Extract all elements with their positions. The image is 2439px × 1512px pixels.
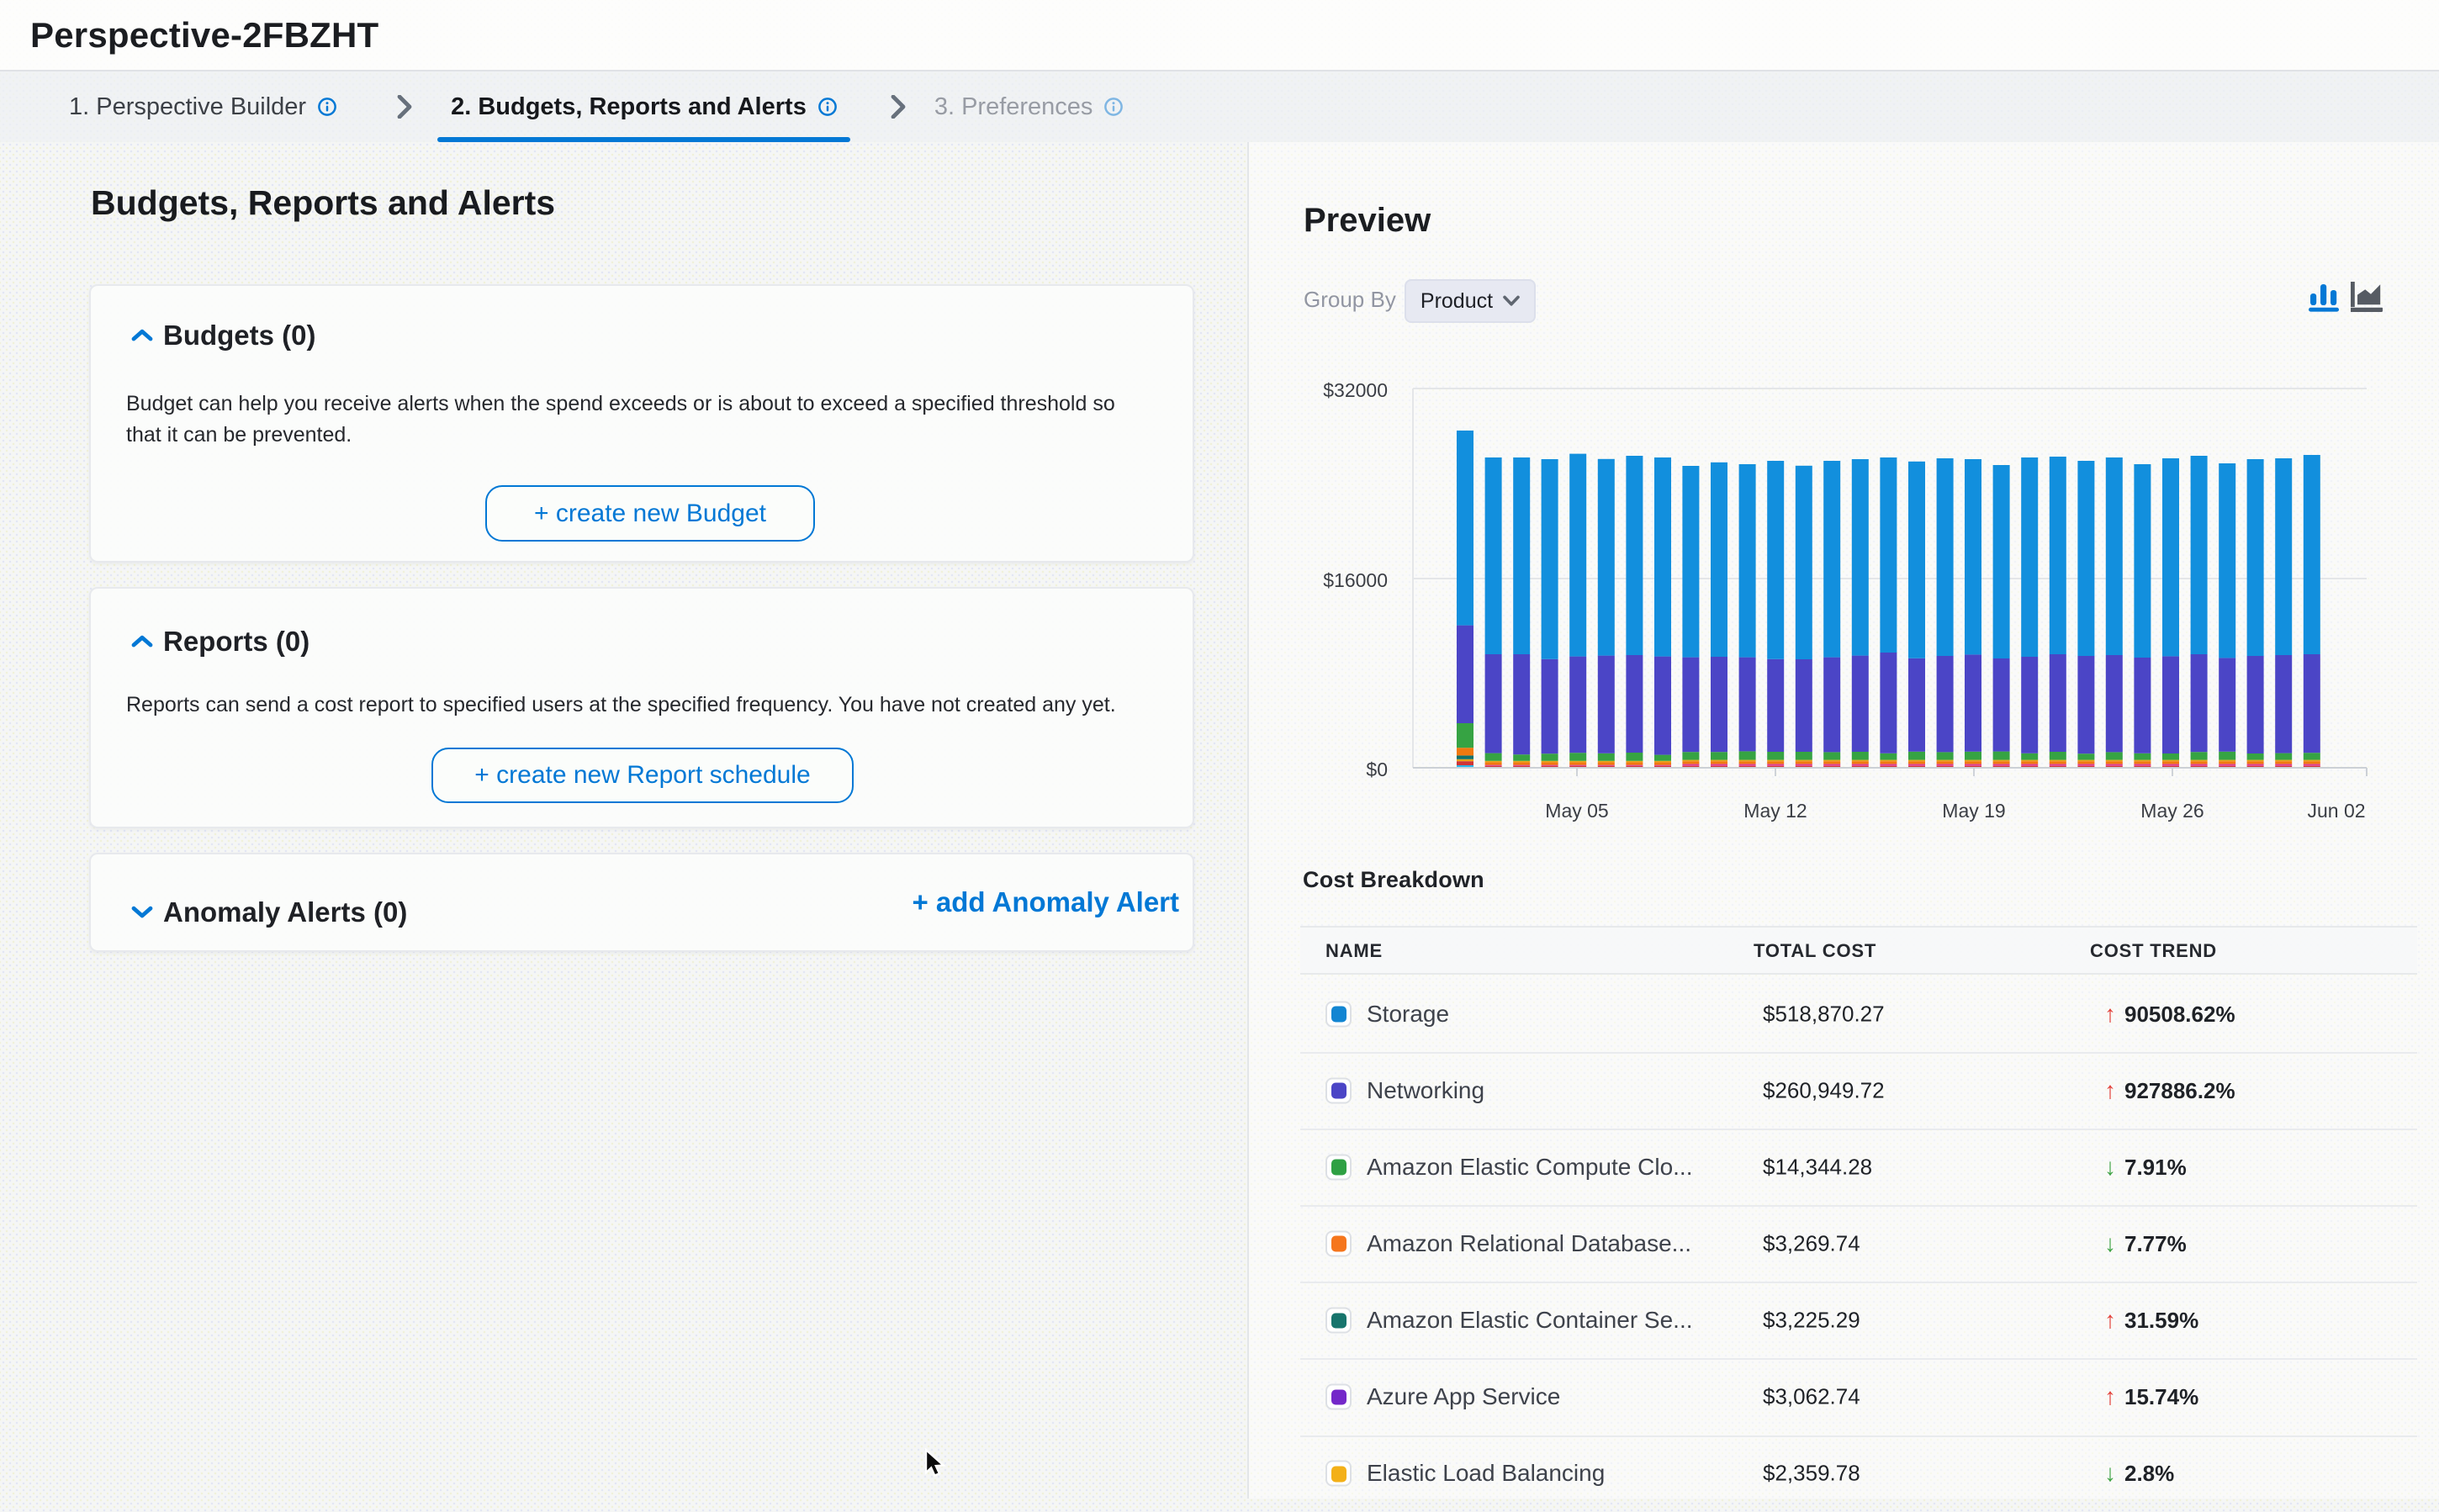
svg-text:$0: $0: [1366, 759, 1388, 780]
svg-text:May 05: May 05: [1545, 800, 1608, 822]
svg-text:May 19: May 19: [1942, 800, 2005, 822]
svg-text:Jun 02: Jun 02: [2307, 800, 2365, 822]
svg-text:$32000: $32000: [1323, 379, 1388, 401]
svg-text:May 26: May 26: [2140, 800, 2204, 822]
svg-text:$16000: $16000: [1323, 569, 1388, 591]
svg-text:May 12: May 12: [1743, 800, 1807, 822]
